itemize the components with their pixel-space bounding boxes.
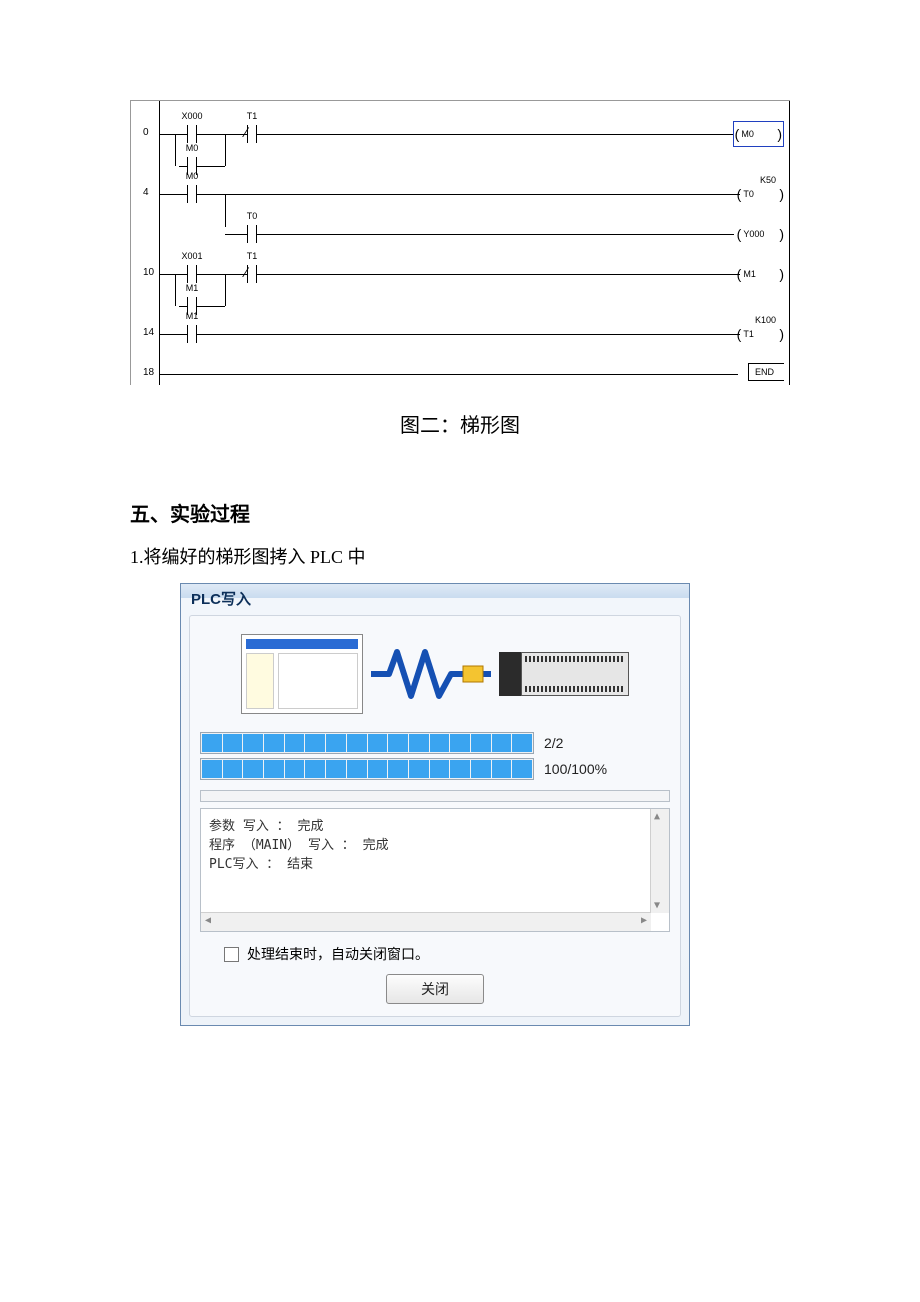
section-heading: 五、实验过程 (130, 498, 790, 527)
log-textarea[interactable]: 参数 写入 ： 完成 程序 （MAIN） 写入 ： 完成 PLC写入 ： 结束 (200, 808, 670, 932)
figure-caption: 图二：梯形图 (130, 409, 790, 438)
contact-no: X000 (179, 125, 205, 143)
timer-preset: K100 (755, 315, 776, 325)
sub-progress-bar (200, 790, 670, 802)
timer-preset: K50 (760, 175, 776, 185)
coil-m1: (M1) (737, 265, 784, 283)
rung-number: 10 (143, 267, 154, 278)
coil-m0: (M0) (733, 121, 784, 147)
horizontal-scrollbar[interactable] (201, 912, 651, 931)
progress-bar-percent (200, 758, 534, 780)
plc-write-dialog: PLC写入 2/2 100/100% (180, 583, 690, 1026)
auto-close-label: 处理结束时，自动关闭窗口。 (247, 944, 429, 964)
rung-number: 0 (143, 127, 149, 138)
plc-icon (499, 652, 629, 696)
rung-number: 18 (143, 367, 154, 378)
progress-bar-items (200, 732, 534, 754)
coil-t0: (T0) (737, 185, 784, 203)
step-text: 1.将编好的梯形图拷入 PLC 中 (130, 543, 790, 569)
contact-no: M0 (179, 185, 205, 203)
dialog-title: PLC写入 (181, 584, 689, 615)
coil-y000: (Y000) (737, 225, 784, 243)
contact-nc: T1 ∕ (239, 125, 265, 143)
close-button[interactable]: 关闭 (386, 974, 484, 1004)
transfer-wave-icon (371, 644, 491, 704)
contact-no: T0 (239, 225, 265, 243)
progress-percent: 100/100% (544, 761, 607, 777)
contact-nc: T1 ∕ (239, 265, 265, 283)
pc-icon (241, 634, 363, 714)
log-line: PLC写入 ： 结束 (209, 857, 313, 872)
contact-no: M1 (179, 325, 205, 343)
auto-close-checkbox[interactable] (224, 947, 239, 962)
ladder-diagram: 0 X000 T1 ∕ (M0) M0 (130, 100, 790, 385)
coil-t1: (T1) (737, 325, 784, 343)
progress-items-count: 2/2 (544, 735, 563, 751)
rung-number: 14 (143, 327, 154, 338)
vertical-scrollbar[interactable] (650, 809, 669, 913)
contact-no: X001 (179, 265, 205, 283)
rung-number: 4 (143, 187, 149, 198)
transfer-graphic (200, 626, 670, 728)
log-line: 参数 写入 ： 完成 (209, 819, 323, 834)
log-line: 程序 （MAIN） 写入 ： 完成 (209, 838, 389, 853)
end-instruction: END (748, 363, 784, 381)
